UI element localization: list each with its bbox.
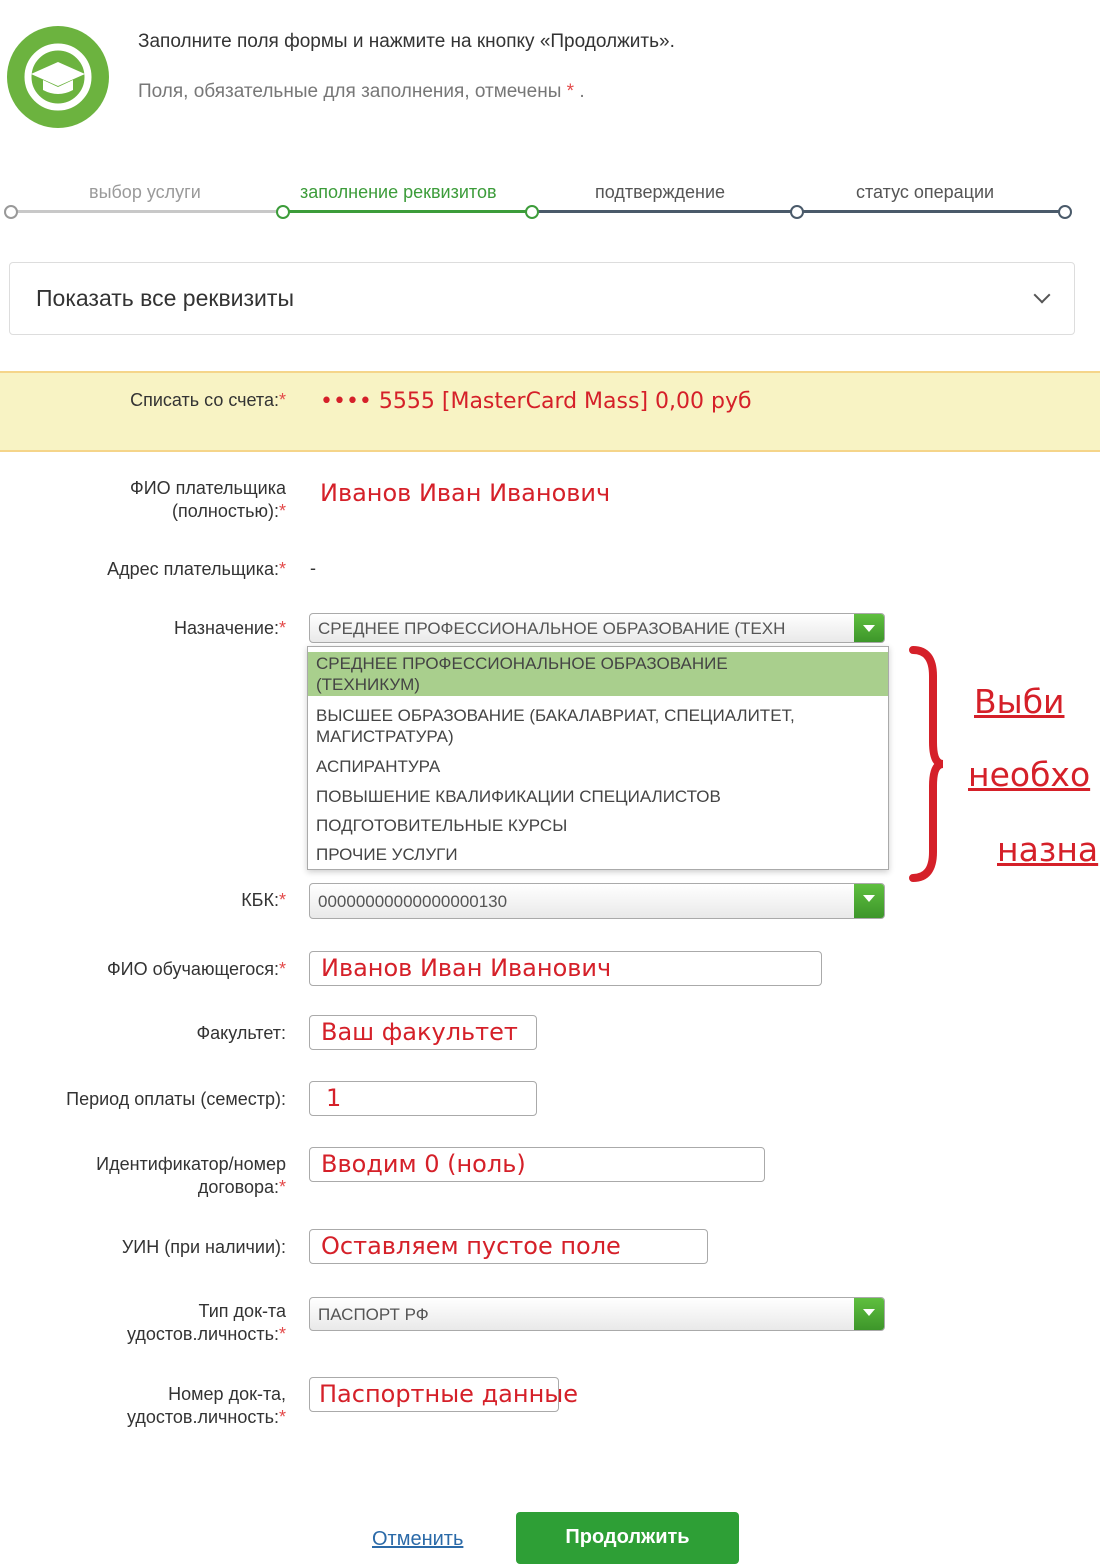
purpose-option[interactable]: ВЫСШЕЕ ОБРАЗОВАНИЕ (БАКАЛАВРИАТ, СПЕЦИАЛ… <box>308 705 888 747</box>
payer-address-label: Адрес плательщика:* <box>107 559 286 579</box>
doc-type-select[interactable]: ПАСПОРТ РФ <box>309 1297 885 1331</box>
step-node <box>790 205 804 219</box>
purpose-label: Назначение:* <box>173 618 286 638</box>
purpose-option[interactable]: СРЕДНЕЕ ПРОФЕССИОНАЛЬНОЕ ОБРАЗОВАНИЕ (ТЕ… <box>308 652 888 696</box>
step-node <box>525 205 539 219</box>
account-value[interactable]: •••• 5555 [MasterCard Mass] 0,00 руб <box>320 389 752 414</box>
step-node <box>276 205 290 219</box>
annotation-line: назна <box>997 830 1099 869</box>
student-name-label: ФИО обучающегося:* <box>107 959 286 979</box>
toggle-label: Показать все реквизиты <box>36 285 294 311</box>
instruction-text: Заполните поля формы и нажмите на кнопку… <box>138 31 675 52</box>
step-choose-service: выбор услуги <box>89 182 201 202</box>
purpose-dropdown-list: СРЕДНЕЕ ПРОФЕССИОНАЛЬНОЕ ОБРАЗОВАНИЕ (ТЕ… <box>307 646 889 870</box>
period-input[interactable]: 1 <box>309 1081 537 1116</box>
payer-name-value: Иванов Иван Иванович <box>320 479 611 507</box>
kbk-select[interactable]: 00000000000000000130 <box>309 883 885 919</box>
doc-type-selected-value: ПАСПОРТ РФ <box>318 1305 429 1324</box>
purpose-selected-value: СРЕДНЕЕ ПРОФЕССИОНАЛЬНОЕ ОБРАЗОВАНИЕ (ТЕ… <box>318 619 786 638</box>
curly-brace-annotation <box>909 646 944 882</box>
annotation-line: необхо <box>968 755 1091 794</box>
contract-label: Идентификатор/номер договора:* <box>96 1154 286 1197</box>
dropdown-arrow-icon[interactable] <box>854 884 884 918</box>
purpose-option[interactable]: ПРОЧИЕ УСЛУГИ <box>308 844 888 865</box>
dropdown-arrow-icon[interactable] <box>854 1298 884 1330</box>
continue-button[interactable]: Продолжить <box>516 1512 739 1564</box>
education-logo <box>7 26 109 128</box>
student-name-input[interactable]: Иванов Иван Иванович <box>309 951 822 986</box>
contract-input[interactable]: Вводим 0 (ноль) <box>309 1147 765 1182</box>
required-note: Поля, обязательные для заполнения, отмеч… <box>138 81 585 102</box>
annotation-line: Выби <box>974 682 1065 721</box>
uin-input[interactable]: Оставляем пустое поле <box>309 1229 708 1264</box>
payer-address-value: - <box>310 558 316 578</box>
step-fill-details: заполнение реквизитов <box>300 182 497 202</box>
chevron-down-icon <box>1033 286 1051 304</box>
kbk-selected-value: 00000000000000000130 <box>318 892 508 911</box>
uin-label: УИН (при наличии): <box>121 1237 286 1257</box>
doc-number-label: Номер док-та, удостов.личность:* <box>126 1384 286 1427</box>
step-track-done <box>12 210 283 213</box>
step-node <box>1058 205 1072 219</box>
doc-type-label: Тип док-та удостов.личность:* <box>126 1301 286 1344</box>
account-label: Списать со счета:* <box>130 390 286 410</box>
cancel-link[interactable]: Отменить <box>372 1528 463 1551</box>
faculty-input[interactable]: Ваш факультет <box>309 1015 537 1050</box>
faculty-label: Факультет: <box>196 1023 286 1043</box>
purpose-select[interactable]: СРЕДНЕЕ ПРОФЕССИОНАЛЬНОЕ ОБРАЗОВАНИЕ (ТЕ… <box>309 613 885 643</box>
purpose-option[interactable]: АСПИРАНТУРА <box>308 756 888 777</box>
kbk-label: КБК:* <box>241 890 286 910</box>
dropdown-arrow-icon[interactable] <box>854 614 884 642</box>
purpose-option[interactable]: ПОВЫШЕНИЕ КВАЛИФИКАЦИИ СПЕЦИАЛИСТОВ <box>308 786 888 807</box>
purpose-option[interactable]: ПОДГОТОВИТЕЛЬНЫЕ КУРСЫ <box>308 815 888 836</box>
step-status: статус операции <box>856 182 995 202</box>
graduation-cap-icon <box>24 43 92 111</box>
show-all-details-toggle[interactable]: Показать все реквизиты <box>9 262 1075 335</box>
step-confirmation: подтверждение <box>595 182 726 202</box>
payer-name-label: ФИО плательщика (полностью):* <box>130 478 286 521</box>
step-track-active <box>283 210 532 213</box>
doc-number-input[interactable]: Паспортные данные <box>309 1377 578 1412</box>
period-label: Период оплаты (семестр): <box>66 1089 286 1109</box>
step-node <box>4 205 18 219</box>
